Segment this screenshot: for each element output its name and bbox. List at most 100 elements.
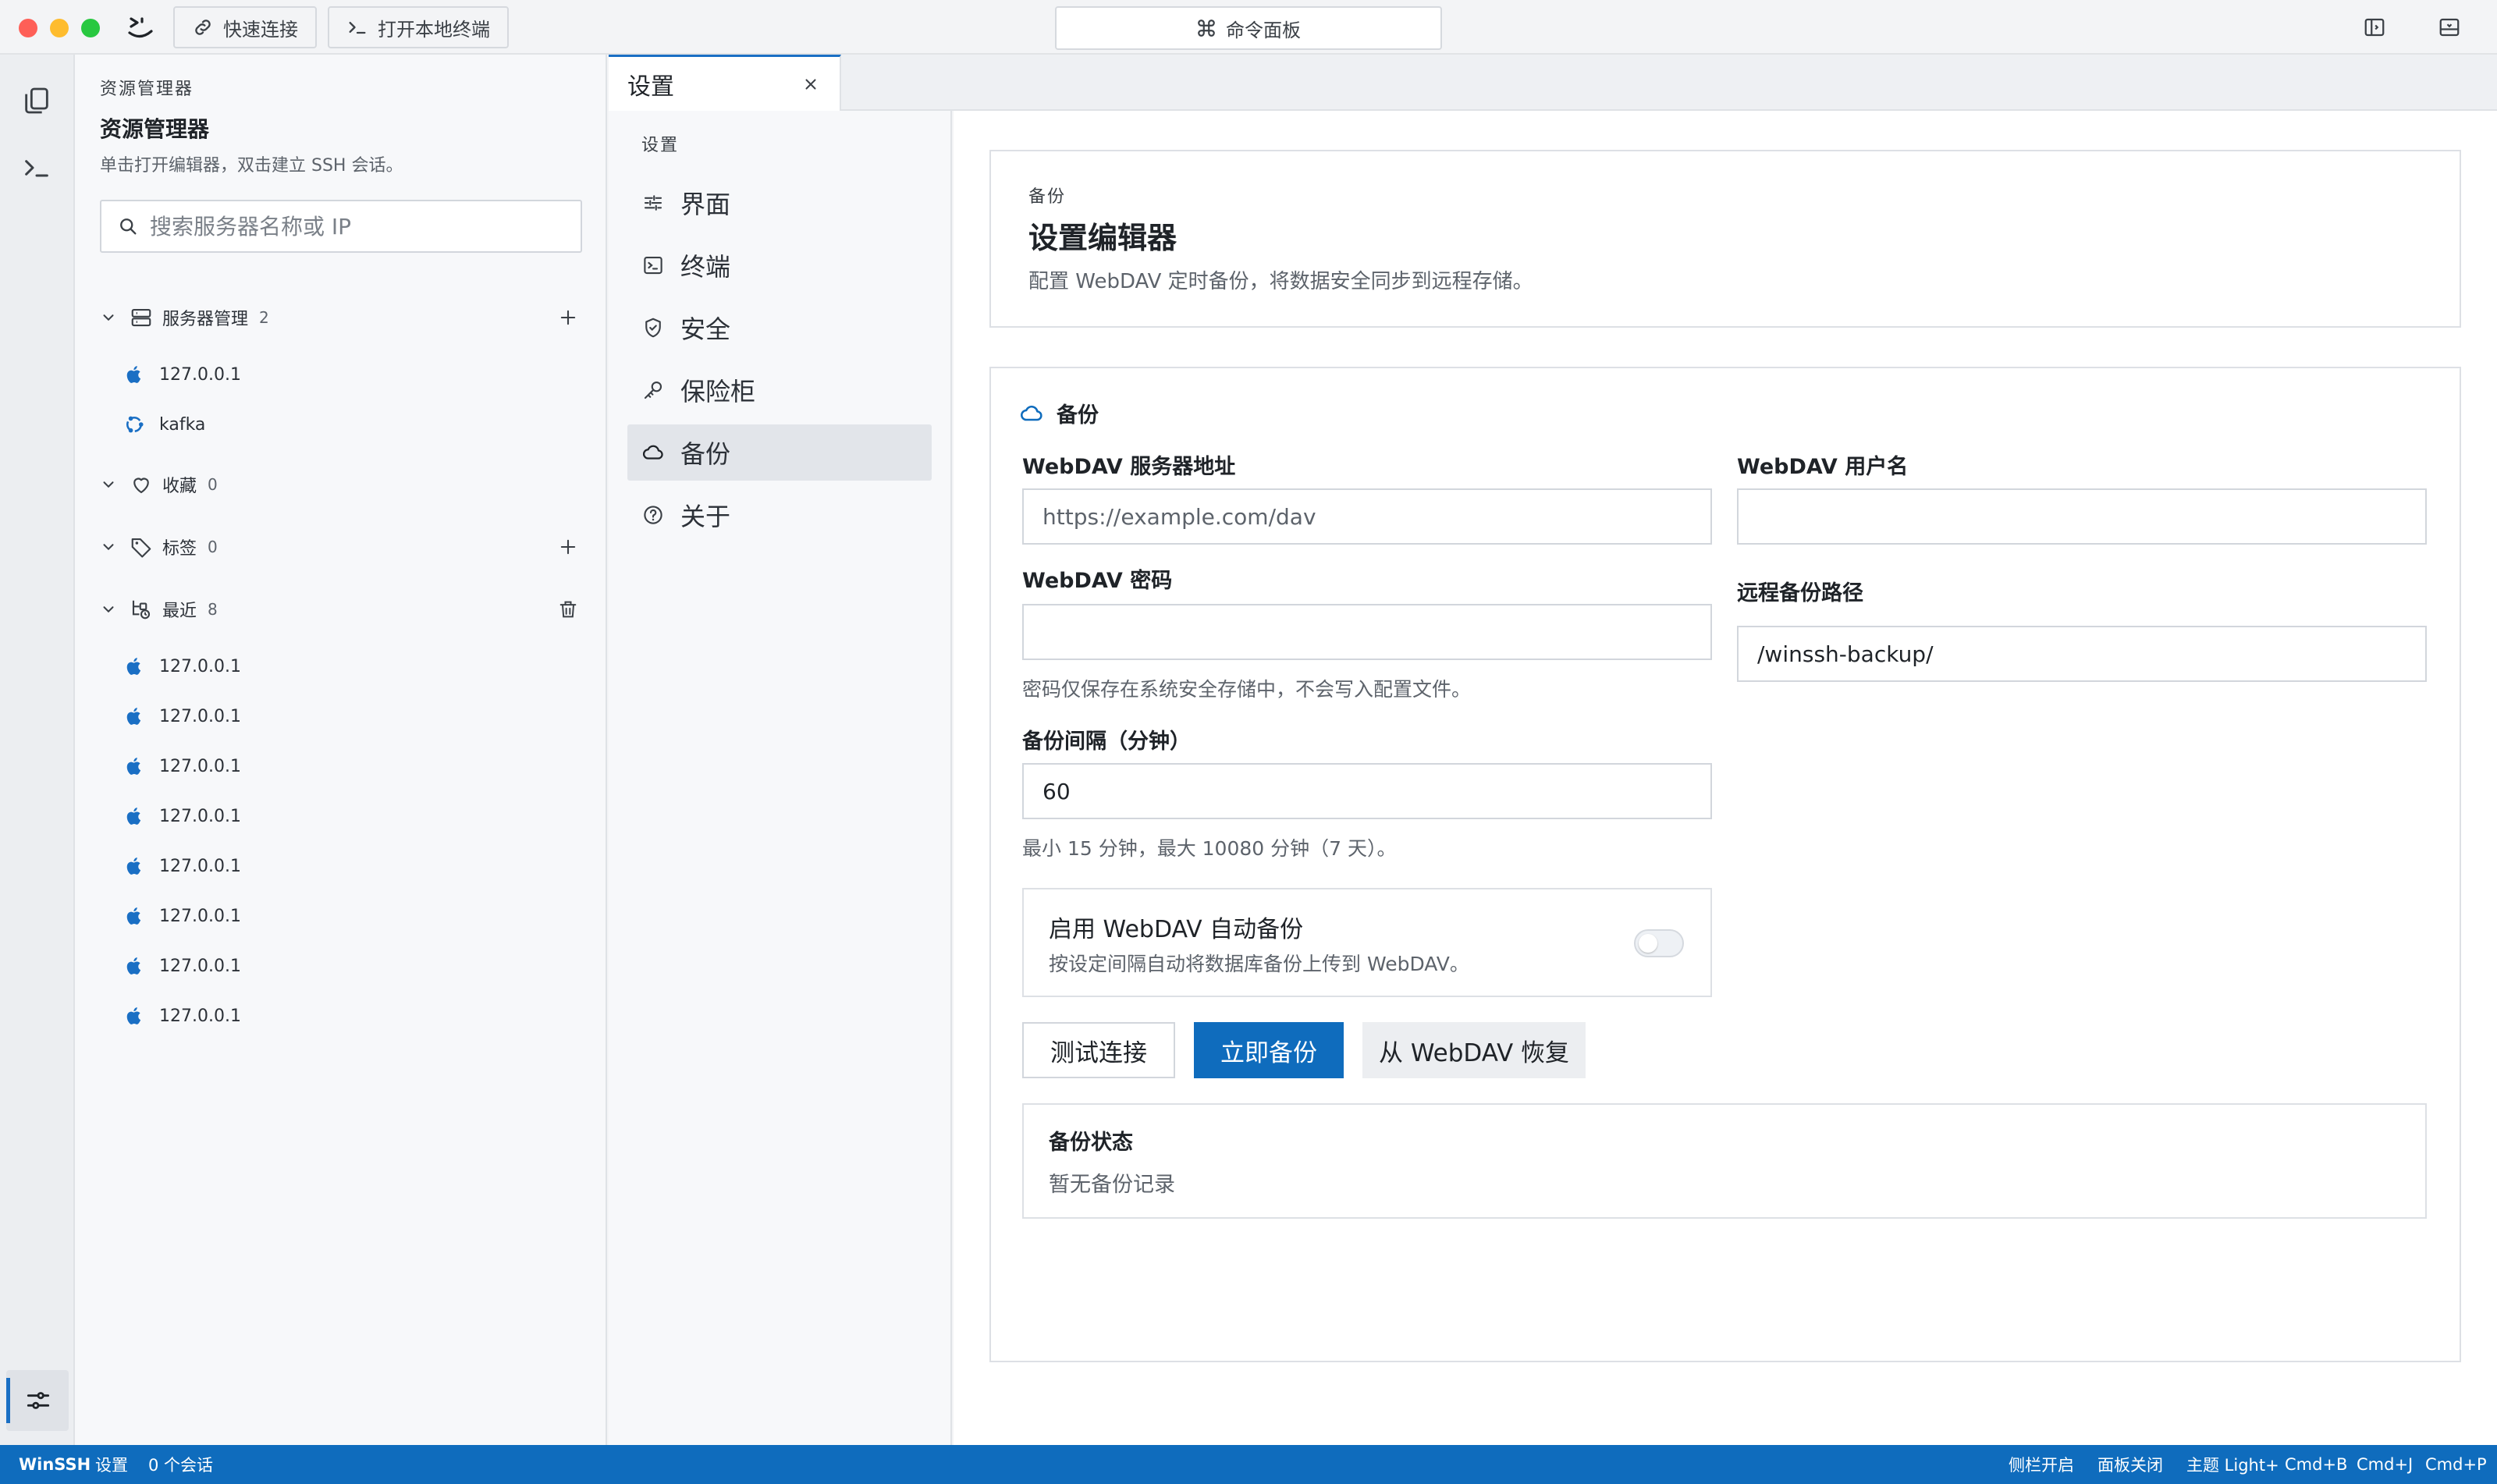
recent-group-header[interactable]: 最近 8: [100, 590, 599, 629]
ubuntu-icon: [123, 414, 145, 435]
open-local-terminal-button[interactable]: 打开本地终端: [328, 6, 509, 48]
explorer-panel: 资源管理器 资源管理器 单击打开编辑器，双击建立 SSH 会话。 服务器管理 2…: [75, 55, 607, 1445]
close-icon[interactable]: [802, 76, 819, 93]
title-bar: 快速连接 打开本地终端 命令面板: [0, 0, 2497, 55]
nav-item-label: 安全: [680, 314, 731, 344]
apple-icon: [123, 955, 145, 977]
nav-item-about[interactable]: 关于: [627, 487, 932, 543]
webdav-username-input[interactable]: [1737, 488, 2427, 545]
quick-connect-button[interactable]: 快速连接: [173, 6, 317, 48]
apple-icon: [123, 655, 145, 677]
explorer-title: 资源管理器: [100, 116, 210, 142]
close-window-button[interactable]: [19, 19, 37, 37]
nav-item-interface[interactable]: 界面: [627, 175, 932, 231]
status-shortcut-panel[interactable]: Cmd+J: [2357, 1445, 2413, 1484]
chevron-down-icon[interactable]: [100, 476, 117, 493]
minimize-window-button[interactable]: [50, 19, 69, 37]
sliders-icon: [641, 191, 665, 215]
explorer-caption: 资源管理器: [100, 80, 194, 99]
server-search-input[interactable]: [150, 213, 571, 240]
settings-activity-button[interactable]: [6, 1370, 69, 1431]
webdav-password-input[interactable]: [1022, 604, 1712, 660]
auto-backup-toggle[interactable]: [1634, 929, 1684, 957]
open-local-terminal-label: 打开本地终端: [378, 18, 490, 41]
backup-status-title: 备份状态: [1049, 1131, 1133, 1155]
backup-interval-input[interactable]: [1022, 763, 1712, 819]
header-caption: 备份: [1028, 187, 1067, 207]
server-group-header[interactable]: 服务器管理 2: [100, 298, 599, 337]
status-theme[interactable]: 主题 Light+: [2186, 1445, 2279, 1484]
nav-item-vault[interactable]: 保险柜: [627, 362, 932, 418]
status-sessions[interactable]: 0 个会话: [148, 1445, 213, 1484]
chevron-down-icon[interactable]: [100, 538, 117, 556]
status-panel-state[interactable]: 面板关闭: [2097, 1445, 2163, 1484]
favorites-label: 收藏: [162, 477, 197, 496]
toggle-panel-icon[interactable]: [2438, 16, 2461, 39]
chevron-down-icon[interactable]: [100, 309, 117, 326]
server-group-count: 2: [259, 308, 269, 327]
cloud-icon: [641, 441, 665, 464]
webdav-username-label: WebDAV 用户名: [1737, 455, 1909, 479]
explorer-icon[interactable]: [19, 83, 55, 119]
add-server-icon[interactable]: [557, 307, 579, 328]
remote-path-label: 远程备份路径: [1737, 581, 1863, 605]
toggle-sidebar-icon[interactable]: [2363, 16, 2386, 39]
backup-status-box: 备份状态 暂无备份记录: [1022, 1103, 2427, 1219]
status-shortcut-palette[interactable]: Cmd+P: [2425, 1445, 2487, 1484]
server-search-box[interactable]: [100, 200, 582, 253]
server-name: 127.0.0.1: [159, 364, 241, 385]
recent-item[interactable]: 127.0.0.1: [123, 797, 241, 835]
backup-now-button[interactable]: 立即备份: [1194, 1022, 1344, 1078]
recent-item-name: 127.0.0.1: [159, 656, 241, 676]
apple-icon: [123, 364, 145, 385]
zoom-window-button[interactable]: [81, 19, 100, 37]
link-icon: [192, 16, 214, 38]
restore-from-webdav-button[interactable]: 从 WebDAV 恢复: [1362, 1022, 1586, 1078]
command-palette-button[interactable]: 命令面板: [1055, 6, 1442, 50]
history-tree-icon: [130, 598, 153, 621]
apple-icon: [123, 1005, 145, 1027]
recent-item[interactable]: 127.0.0.1: [123, 997, 241, 1035]
recent-item-name: 127.0.0.1: [159, 856, 241, 876]
apple-icon: [123, 855, 145, 877]
recent-item[interactable]: 127.0.0.1: [123, 897, 241, 935]
add-tag-icon[interactable]: [557, 536, 579, 558]
nav-item-label: 界面: [680, 190, 731, 219]
webdav-server-input[interactable]: [1022, 488, 1712, 545]
apple-icon: [123, 755, 145, 777]
nav-item-backup[interactable]: 备份: [627, 424, 932, 481]
status-shortcut-sidebar[interactable]: Cmd+B: [2285, 1445, 2347, 1484]
nav-item-security[interactable]: 安全: [627, 300, 932, 356]
nav-item-label: 备份: [680, 439, 731, 469]
tab-settings[interactable]: 设置: [609, 55, 841, 111]
status-sidebar-state[interactable]: 侧栏开启: [2009, 1445, 2074, 1484]
recent-item-name: 127.0.0.1: [159, 906, 241, 926]
remote-path-input[interactable]: [1737, 626, 2427, 682]
recent-item[interactable]: 127.0.0.1: [123, 847, 241, 885]
editor-tab-strip: 设置: [609, 55, 2497, 111]
server-name: kafka: [159, 414, 206, 435]
tags-group-header[interactable]: 标签 0: [100, 527, 599, 566]
test-connection-button[interactable]: 测试连接: [1022, 1022, 1175, 1078]
server-item[interactable]: 127.0.0.1: [123, 356, 241, 393]
auto-backup-description: 按设定间隔自动将数据库备份上传到 WebDAV。: [1049, 953, 1469, 975]
recent-item[interactable]: 127.0.0.1: [123, 698, 241, 735]
status-page[interactable]: 设置: [95, 1445, 128, 1484]
sliders-icon: [23, 1386, 53, 1415]
interval-hint: 最小 15 分钟，最大 10080 分钟（7 天）。: [1022, 837, 1397, 860]
recent-item[interactable]: 127.0.0.1: [123, 648, 241, 685]
recent-item[interactable]: 127.0.0.1: [123, 747, 241, 785]
trash-icon[interactable]: [557, 598, 579, 620]
favorites-group-header[interactable]: 收藏 0: [100, 465, 599, 504]
server-item[interactable]: kafka: [123, 406, 205, 443]
backup-status-text: 暂无备份记录: [1049, 1173, 1175, 1197]
nav-item-terminal[interactable]: 终端: [627, 237, 932, 293]
password-hint: 密码仅保存在系统安全存储中，不会写入配置文件。: [1022, 678, 1472, 701]
chevron-down-icon[interactable]: [100, 601, 117, 618]
terminal-icon[interactable]: [19, 150, 55, 186]
recent-item[interactable]: 127.0.0.1: [123, 947, 241, 985]
help-icon: [641, 503, 665, 527]
settings-nav: 设置 界面 终端 安全 保险柜 备份 关于: [609, 111, 952, 1445]
settings-editor: 备份 设置编辑器 配置 WebDAV 定时备份，将数据安全同步到远程存储。 备份…: [954, 111, 2497, 1445]
header-card: 备份 设置编辑器 配置 WebDAV 定时备份，将数据安全同步到远程存储。: [989, 150, 2461, 328]
